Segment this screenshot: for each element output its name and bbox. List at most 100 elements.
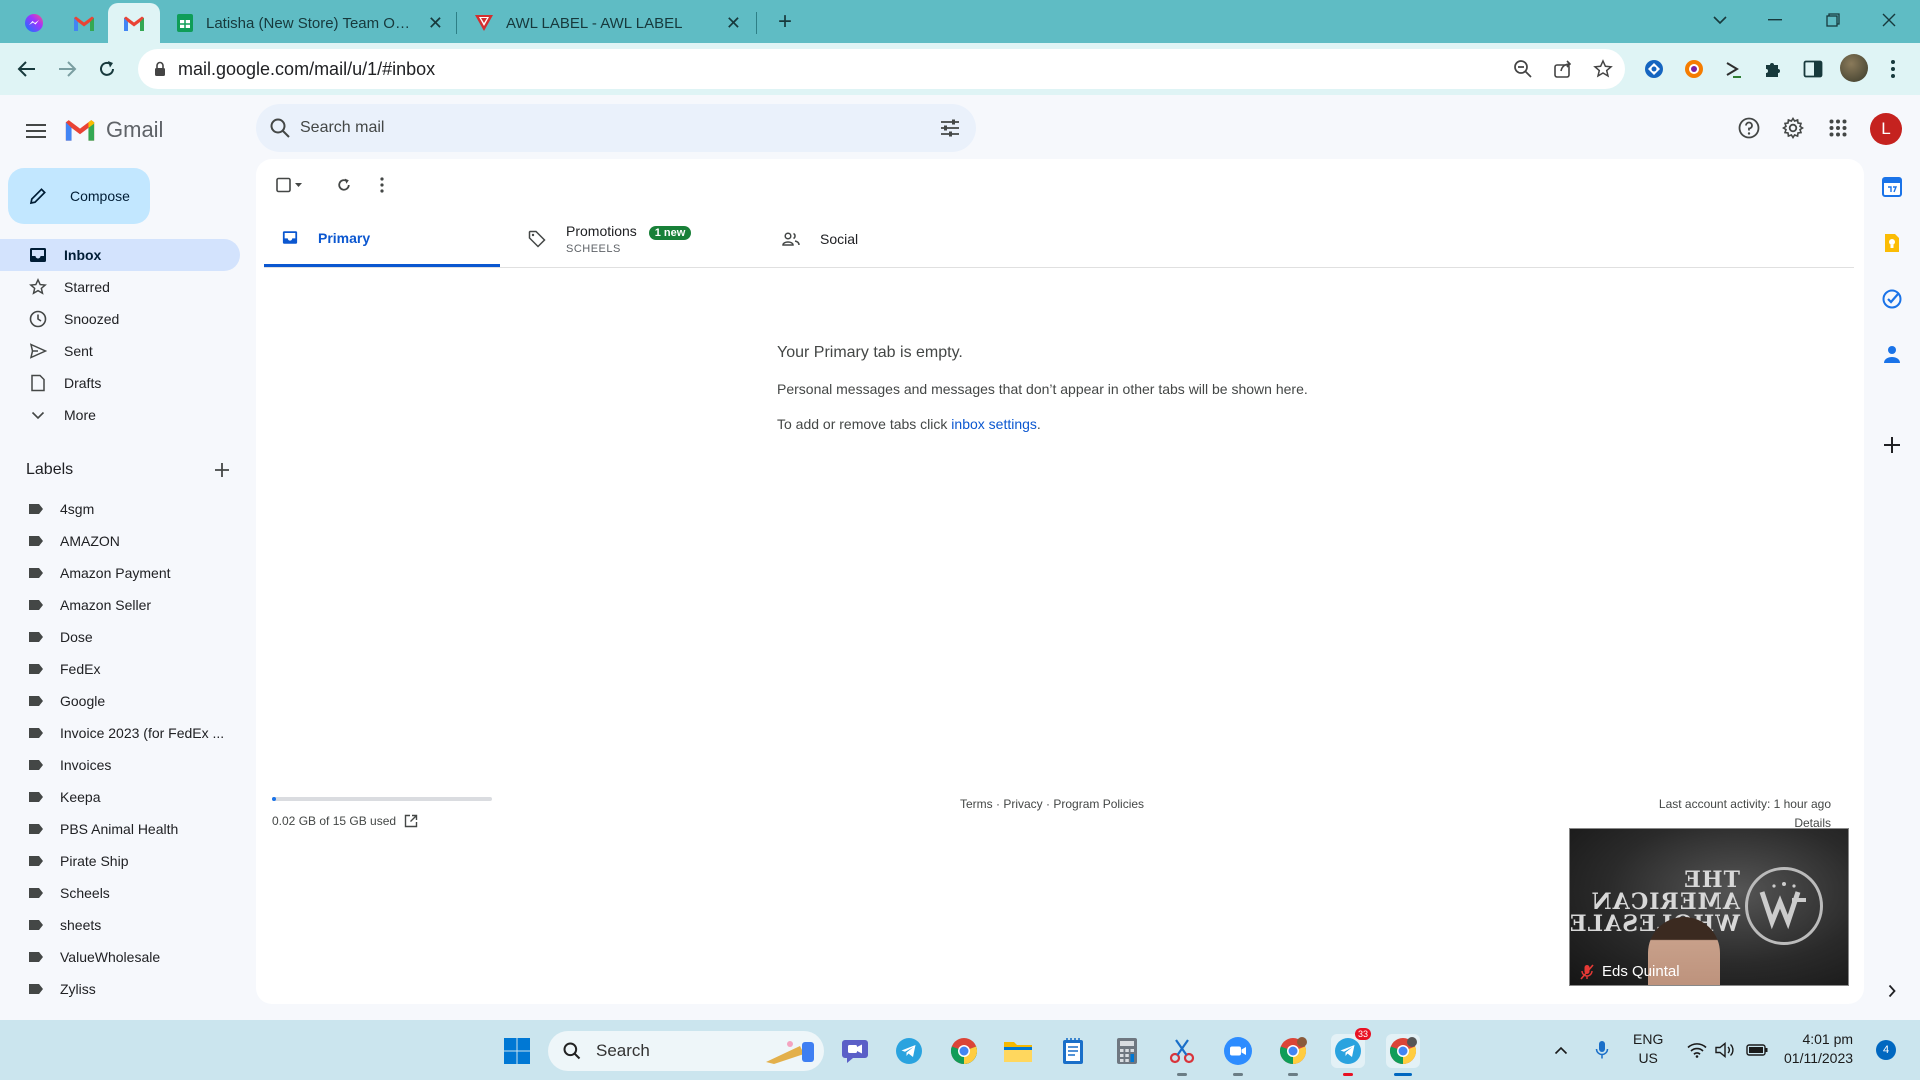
- tab-search-button[interactable]: [1697, 5, 1743, 35]
- terms-link[interactable]: Terms: [960, 797, 993, 811]
- storage-usage[interactable]: 0.02 GB of 15 GB used: [272, 814, 418, 828]
- main-menu-button[interactable]: [20, 115, 52, 147]
- microphone-button[interactable]: [1590, 1038, 1614, 1062]
- taskbar-chrome[interactable]: [947, 1034, 981, 1068]
- tab-primary[interactable]: Primary: [264, 211, 500, 267]
- input-language[interactable]: ENG US: [1633, 1030, 1663, 1068]
- taskbar-telegram[interactable]: [892, 1034, 926, 1068]
- close-icon[interactable]: ✕: [428, 13, 443, 34]
- browser-tab-awl[interactable]: AWL LABEL - AWL LABEL ✕: [460, 3, 755, 43]
- create-label-button[interactable]: [210, 458, 234, 482]
- network-button[interactable]: [1685, 1038, 1709, 1062]
- volume-button[interactable]: [1713, 1038, 1737, 1062]
- label-item[interactable]: PBS Animal Health: [0, 813, 240, 845]
- taskbar-zoom[interactable]: [1221, 1034, 1255, 1076]
- search-input[interactable]: [300, 104, 900, 152]
- taskbar-chrome-active[interactable]: [1386, 1034, 1420, 1076]
- address-bar[interactable]: mail.google.com/mail/u/1/#inbox: [138, 49, 1625, 89]
- refresh-button[interactable]: [330, 171, 358, 199]
- extension-blue-icon[interactable]: [1641, 56, 1667, 82]
- taskbar-file-explorer[interactable]: [1001, 1034, 1035, 1068]
- compose-button[interactable]: Compose: [8, 168, 150, 224]
- label-item[interactable]: Dose: [0, 621, 240, 653]
- start-button[interactable]: [500, 1034, 534, 1068]
- extension-orange-icon[interactable]: [1681, 56, 1707, 82]
- chrome-menu-button[interactable]: [1880, 56, 1906, 82]
- settings-button[interactable]: [1777, 112, 1809, 144]
- star-icon[interactable]: [1591, 57, 1615, 81]
- minimize-button[interactable]: [1752, 5, 1798, 35]
- google-apps-button[interactable]: [1822, 112, 1854, 144]
- support-button[interactable]: [1733, 112, 1765, 144]
- taskbar-snipping-tool[interactable]: [1165, 1034, 1199, 1076]
- program-policies-link[interactable]: Program Policies: [1053, 797, 1144, 811]
- taskbar-chrome-profile-2[interactable]: [1276, 1034, 1310, 1076]
- open-external-icon[interactable]: [396, 814, 418, 828]
- pinned-tab-gmail[interactable]: [58, 3, 110, 43]
- show-hidden-icons-button[interactable]: [1549, 1038, 1573, 1062]
- sidebar-item-sent[interactable]: Sent: [0, 335, 240, 367]
- expand-side-panel-button[interactable]: [1878, 977, 1906, 1005]
- back-button[interactable]: [11, 53, 43, 85]
- account-avatar[interactable]: L: [1870, 113, 1902, 145]
- tab-social[interactable]: Social: [764, 211, 1000, 267]
- search-options-icon[interactable]: [938, 116, 962, 140]
- google-calendar-app[interactable]: [1878, 173, 1906, 201]
- label-item[interactable]: Keepa: [0, 781, 240, 813]
- google-contacts-app[interactable]: [1878, 340, 1906, 368]
- label-item[interactable]: Scheels: [0, 877, 240, 909]
- label-item[interactable]: Pirate Ship: [0, 845, 240, 877]
- sidebar-item-more[interactable]: More: [0, 399, 240, 431]
- taskbar-notepad[interactable]: [1056, 1034, 1090, 1068]
- chrome-profile-avatar[interactable]: [1840, 54, 1868, 82]
- label-item[interactable]: AMAZON: [0, 525, 240, 557]
- zoom-out-icon[interactable]: [1511, 57, 1535, 81]
- close-icon[interactable]: ✕: [726, 13, 741, 34]
- label-item[interactable]: Amazon Payment: [0, 557, 240, 589]
- label-item[interactable]: Invoices: [0, 749, 240, 781]
- more-actions-button[interactable]: [368, 171, 396, 199]
- restore-button[interactable]: [1810, 5, 1856, 35]
- sidebar-item-inbox[interactable]: Inbox: [0, 239, 240, 271]
- taskbar-calculator[interactable]: [1110, 1034, 1144, 1068]
- label-item[interactable]: Google: [0, 685, 240, 717]
- share-icon[interactable]: [1551, 57, 1575, 81]
- close-window-button[interactable]: [1866, 5, 1912, 35]
- new-tab-button[interactable]: +: [770, 8, 800, 38]
- video-call-preview[interactable]: THE AMERICAN WHOLESALERS Eds Quintal: [1569, 828, 1849, 986]
- sidebar-item-snoozed[interactable]: Snoozed: [0, 303, 240, 335]
- privacy-link[interactable]: Privacy: [1003, 797, 1042, 811]
- label-item[interactable]: FedEx: [0, 653, 240, 685]
- taskbar-telegram-active[interactable]: 33: [1331, 1028, 1371, 1076]
- side-panel-icon[interactable]: [1800, 56, 1826, 82]
- inbox-settings-link[interactable]: inbox settings: [951, 416, 1037, 432]
- sidebar-item-drafts[interactable]: Drafts: [0, 367, 240, 399]
- pinned-tab-messenger[interactable]: [8, 3, 60, 43]
- select-all-checkbox[interactable]: [272, 171, 308, 199]
- label-item[interactable]: 4sgm: [0, 493, 240, 525]
- sidebar-item-starred[interactable]: Starred: [0, 271, 240, 303]
- tab-promotions[interactable]: Promotions 1 new SCHEELS: [510, 211, 746, 267]
- gmail-logo[interactable]: Gmail: [64, 117, 163, 143]
- label-item[interactable]: Invoice 2023 (for FedEx ...: [0, 717, 240, 749]
- google-tasks-app[interactable]: [1878, 285, 1906, 313]
- search-bar[interactable]: [256, 104, 976, 152]
- browser-tab-sheets[interactable]: Latisha (New Store) Team Only - ✕: [162, 3, 457, 43]
- system-clock[interactable]: 4:01 pm 01/11/2023: [1784, 1030, 1853, 1068]
- reload-button[interactable]: [91, 53, 123, 85]
- pinned-tab-gmail-active[interactable]: [108, 3, 160, 43]
- label-item[interactable]: sheets: [0, 909, 240, 941]
- battery-button[interactable]: [1745, 1038, 1769, 1062]
- get-add-ons-button[interactable]: [1878, 431, 1906, 459]
- notification-center-badge[interactable]: 4: [1876, 1040, 1896, 1060]
- taskbar-search[interactable]: Search: [548, 1031, 824, 1071]
- search-icon[interactable]: [268, 116, 292, 140]
- label-item[interactable]: ValueWholesale: [0, 941, 240, 973]
- label-item[interactable]: Amazon Seller: [0, 589, 240, 621]
- google-keep-app[interactable]: [1878, 229, 1906, 257]
- label-item[interactable]: Zyliss: [0, 973, 240, 1005]
- forward-button[interactable]: [51, 53, 83, 85]
- taskbar-teams-chat[interactable]: [838, 1034, 872, 1068]
- extension-arrow-icon[interactable]: [1720, 56, 1746, 82]
- extensions-puzzle-icon[interactable]: [1760, 56, 1786, 82]
